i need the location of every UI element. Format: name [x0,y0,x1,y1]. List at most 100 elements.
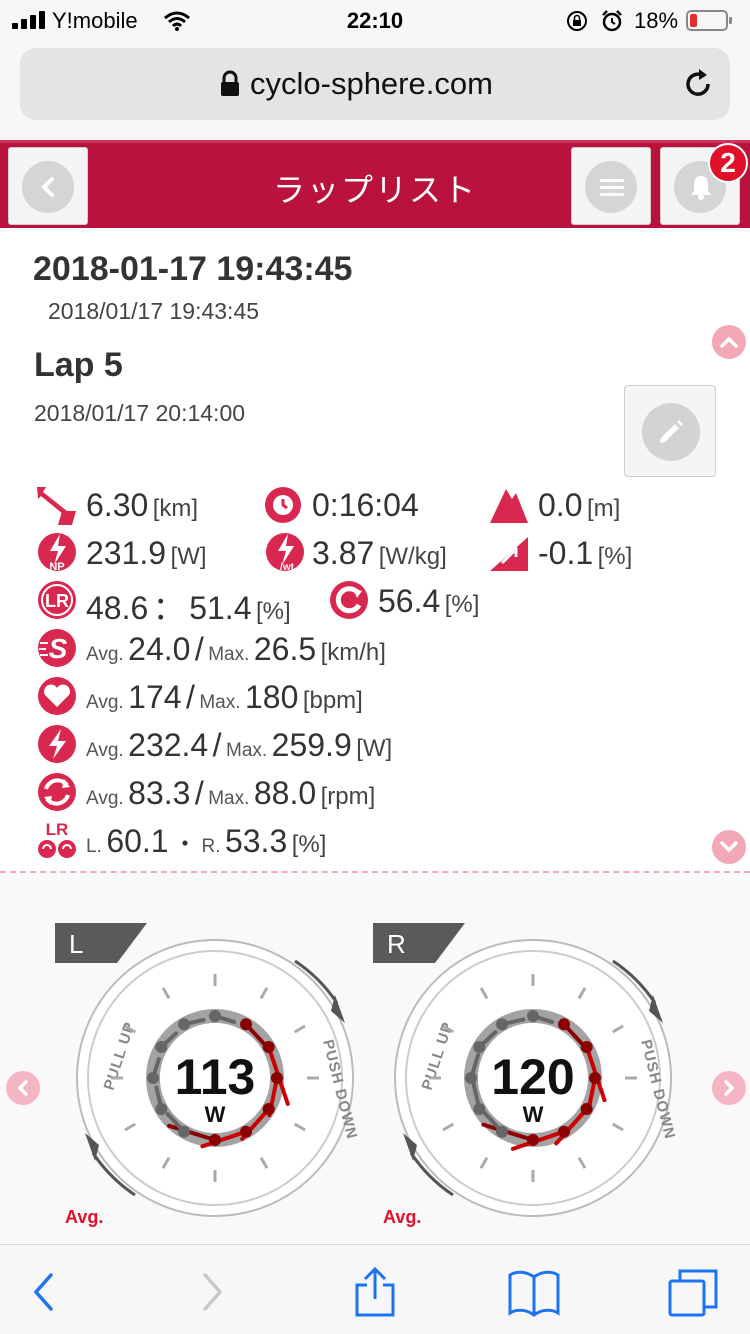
scroll-down-button[interactable] [712,830,746,864]
speed-slash: / [194,631,204,667]
mountain-icon [490,489,528,523]
tabs-icon[interactable] [666,1267,722,1317]
chevron-up-icon [720,336,738,348]
lr-left-value: 48.6 [86,590,149,626]
bell-icon [691,176,711,200]
bookmarks-icon[interactable] [506,1267,562,1317]
left-pedal-gauge: LPULL UP PUSH DOWN113WAvg. [55,923,360,1227]
lr-eff-left-label: L. [86,836,102,857]
next-lap-button[interactable] [712,1071,746,1105]
vector-origin [155,1041,168,1053]
lr-eff-separator: ・ [173,831,198,858]
lock-icon [221,70,239,96]
vector-origin [240,1125,252,1138]
svg-text:LR: LR [45,591,69,611]
power-slash: / [212,727,222,763]
vector-origin [527,1010,539,1022]
lr-separator: ： [152,590,185,626]
orientation-lock-icon [567,11,587,31]
pedal-power-value: 120 [491,1049,574,1105]
stat-power-weight: 3.87 [W/kg] [312,535,447,572]
lap-datetime: 2018/01/17 20:14:00 [34,400,246,426]
hr-avg-label: Avg. [86,692,124,713]
gradient-icon [490,537,528,571]
lr-right-value: 51.4 [189,590,252,626]
scroll-up-button[interactable] [712,325,746,359]
cadence-unit: [rpm] [320,783,376,810]
stat-speed: Avg. 24.0 / Max. 26.5 [km/h] [86,631,386,668]
vector-origin [473,1041,486,1053]
distance-icon [37,487,76,525]
vector-origin [496,1018,508,1031]
vector-origin [527,1134,539,1146]
right-pedal-gauge: RPULL UP PUSH DOWN120WAvg. [373,923,678,1227]
clock-icon [265,487,301,523]
pedal-power-value: 113 [175,1049,256,1105]
menu-button[interactable] [571,147,651,225]
stat-elevation: 0.0 [m] [538,487,620,524]
distance-unit: [km] [152,495,199,522]
cadence-avg-label: Avg. [86,788,124,809]
pedal-power-unit: W [205,1102,226,1127]
lr-eff-unit: [%] [291,831,327,858]
edit-button[interactable] [624,385,716,477]
battery-icon [686,10,732,31]
hr-avg-value: 174 [128,679,182,715]
ride-datetime: 2018/01/17 19:43:45 [48,298,260,324]
efficiency-value: 56.4 [378,583,441,619]
vector-origin [209,1010,221,1022]
power-max-value: 259.9 [271,727,352,763]
power-unit: [W] [356,735,393,762]
stat-efficiency: 56.4 [%] [378,583,479,620]
lr-balance-icon: LR [38,581,76,619]
alarm-icon [602,10,622,32]
browser-forward-icon[interactable] [184,1267,240,1317]
svg-text:S: S [49,633,68,664]
vector-origin [580,1041,593,1053]
pwr-weight-value: 3.87 [312,535,375,571]
svg-text:LR: LR [46,820,69,839]
avg-label: Avg. [65,1207,103,1227]
chevron-left-icon [17,1080,28,1096]
speed-avg-value: 24.0 [128,631,191,667]
speed-max-label: Max. [208,644,250,665]
hr-max-label: Max. [199,692,241,713]
speed-avg-label: Avg. [86,644,124,665]
hamburger-menu-icon [600,179,624,196]
stat-time: 0:16:04 [312,487,419,524]
pencil-icon [660,420,683,443]
prev-lap-button[interactable] [6,1071,40,1105]
stat-distance: 6.30 [km] [86,487,198,524]
reload-icon[interactable] [680,66,716,102]
pwr-weight-unit: [W/kg] [378,543,447,570]
address-bar[interactable]: cyclo-sphere.com [20,48,730,120]
vector-origin [178,1018,190,1031]
vector-origin [240,1018,252,1031]
svg-text:NP: NP [49,561,64,573]
lr-eff-left-value: 60.1 [106,823,169,859]
hr-max-value: 180 [244,679,299,715]
lr-efficiency-icon: LR [38,820,76,858]
browser-back-icon[interactable] [16,1267,72,1317]
avg-label: Avg. [383,1207,421,1227]
share-icon[interactable] [347,1267,403,1317]
stat-lr-efficiency: L. 60.1 ・ R. 53.3 [%] [86,823,326,860]
vector-origin [589,1072,601,1084]
status-bar: Y!mobile 22:10 18% [0,0,750,40]
side-tag-label: R [387,929,406,959]
vector-origin [178,1125,190,1138]
vector-origin [558,1125,570,1138]
notification-badge: 2 [708,143,748,183]
side-tag-label: L [69,929,83,959]
stat-heart-rate: Avg. 174 / Max. 180 [bpm] [86,679,363,716]
chevron-down-icon [720,841,738,853]
lr-eff-right-label: R. [201,836,221,857]
gradient-value: -0.1 [538,535,594,571]
lr-eff-right-value: 53.3 [224,823,288,859]
url-text[interactable]: cyclo-sphere.com [250,66,493,102]
power-avg-label: Avg. [86,740,124,761]
ride-title: 2018-01-17 19:43:45 [33,250,353,288]
vector-origin [209,1134,221,1146]
stat-cadence: Avg. 83.3 / Max. 88.0 [rpm] [86,775,375,812]
vector-origin [558,1018,570,1031]
